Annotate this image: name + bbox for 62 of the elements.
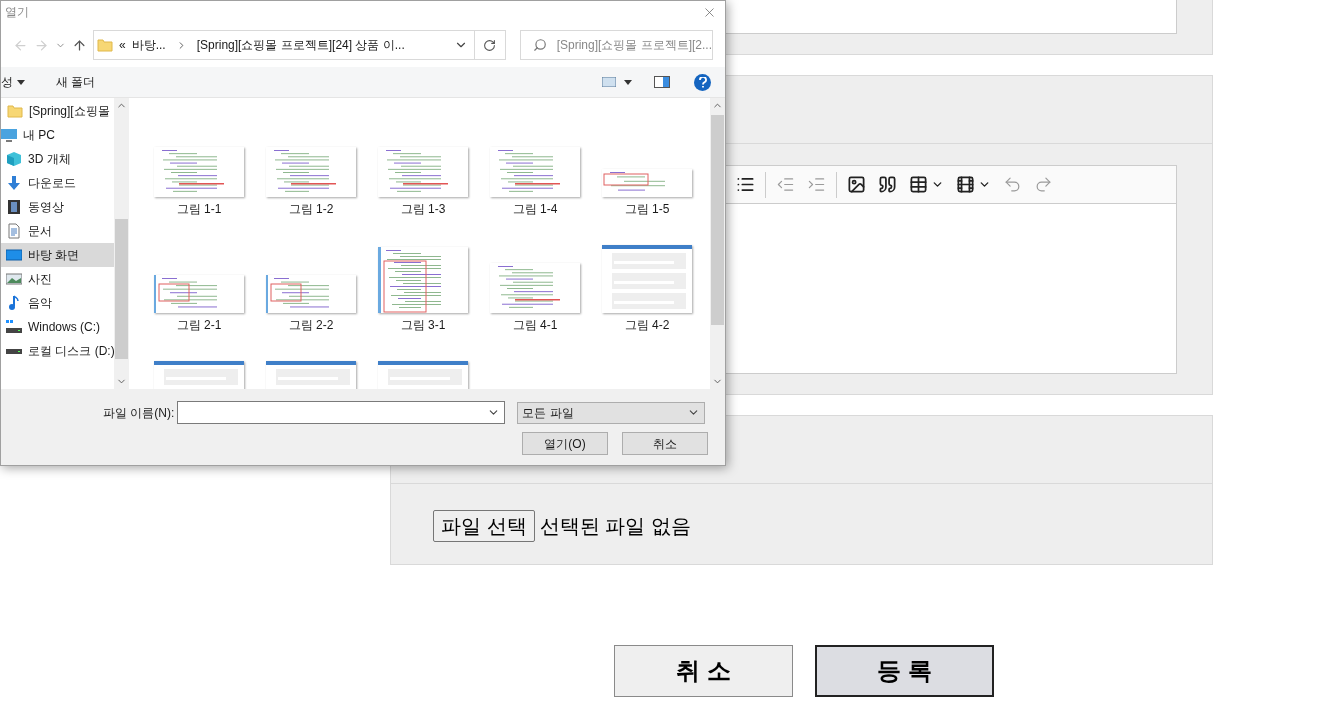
address-bar[interactable]: « 바탕... [Spring][쇼핑몰 프로젝트][24] 상품 이... bbox=[93, 30, 475, 60]
file-type-select[interactable]: 모든 파일 bbox=[517, 401, 706, 424]
filename-field[interactable] bbox=[177, 401, 506, 424]
preview-pane-icon[interactable] bbox=[654, 76, 670, 88]
open-button[interactable]: 열기(O) bbox=[522, 432, 608, 455]
refresh-button[interactable] bbox=[475, 30, 506, 60]
nav-item[interactable]: 바탕 화면 bbox=[1, 243, 114, 267]
file-name: 그림 2-2 bbox=[288, 317, 334, 333]
music-note-icon bbox=[6, 295, 22, 311]
back-icon[interactable] bbox=[13, 37, 28, 53]
file-status: 선택된 파일 없음 bbox=[539, 514, 691, 539]
folder-icon bbox=[97, 37, 113, 53]
nav-item[interactable]: 3D 개체 bbox=[1, 147, 114, 171]
document-icon bbox=[6, 223, 22, 239]
search-field[interactable]: [Spring][쇼핑몰 프로젝트][2... bbox=[519, 30, 713, 60]
nav-item[interactable]: 동영상 bbox=[1, 195, 114, 219]
file-name: 그림 2-1 bbox=[176, 317, 222, 333]
drive-icon bbox=[6, 319, 22, 335]
file-name: 그림 4-2 bbox=[624, 317, 670, 333]
cancel-button[interactable]: 취소 bbox=[622, 432, 708, 455]
cube-icon bbox=[6, 151, 22, 167]
file-name: 그림 1-2 bbox=[288, 201, 334, 217]
picture-icon bbox=[6, 271, 22, 287]
nav-item[interactable]: 로컬 디스크 (D:) bbox=[1, 339, 114, 363]
desktop-icon bbox=[6, 247, 22, 263]
file-name: 그림 1-5 bbox=[624, 201, 670, 217]
new-folder-button[interactable]: 새 폴더 bbox=[56, 73, 96, 91]
nav-item[interactable]: [Spring][쇼핑몰 bbox=[1, 99, 114, 123]
nav-item[interactable]: Windows (C:) bbox=[1, 315, 114, 339]
organize-menu[interactable]: 성 bbox=[1, 73, 25, 91]
nav-item[interactable]: 문서 bbox=[1, 219, 114, 243]
download-icon bbox=[6, 175, 22, 191]
monitor-icon bbox=[1, 127, 17, 143]
file-name: 그림 4-1 bbox=[512, 317, 558, 333]
nav-item[interactable]: 다운로드 bbox=[1, 171, 114, 195]
nav-item[interactable]: 내 PC bbox=[1, 123, 114, 147]
scrollbar[interactable] bbox=[710, 98, 725, 389]
file-name: 그림 3-1 bbox=[400, 317, 446, 333]
view-icon[interactable] bbox=[602, 77, 632, 87]
nav-item[interactable]: 사진 bbox=[1, 267, 114, 291]
filename-label: 파일 이름(N): bbox=[103, 404, 175, 422]
folder-icon bbox=[7, 103, 23, 119]
window-title: 열기 bbox=[5, 4, 29, 21]
caret-icon bbox=[17, 79, 25, 85]
help-icon[interactable] bbox=[694, 73, 711, 91]
nav-item[interactable]: 음악 bbox=[1, 291, 114, 315]
up-icon[interactable] bbox=[72, 37, 87, 53]
forward-icon[interactable] bbox=[34, 37, 49, 53]
breadcrumb[interactable]: 바탕... bbox=[131, 36, 166, 54]
file-name: 그림 1-4 bbox=[512, 201, 558, 217]
scrollbar[interactable] bbox=[114, 98, 129, 389]
breadcrumb-overflow: « bbox=[119, 37, 126, 54]
file-name: 그림 1-3 bbox=[400, 201, 446, 217]
file-name: 그림 1-1 bbox=[176, 201, 222, 217]
refresh-icon bbox=[483, 38, 497, 52]
choose-file-button[interactable]: 파일 선택 bbox=[433, 510, 535, 542]
drive-icon bbox=[6, 348, 22, 354]
film-icon bbox=[6, 199, 22, 215]
submit-button[interactable]: 등 록 bbox=[815, 645, 994, 697]
cancel-button[interactable]: 취 소 bbox=[614, 645, 793, 697]
breadcrumb[interactable]: [Spring][쇼핑몰 프로젝트][24] 상품 이... bbox=[196, 36, 405, 54]
search-icon bbox=[532, 38, 547, 52]
